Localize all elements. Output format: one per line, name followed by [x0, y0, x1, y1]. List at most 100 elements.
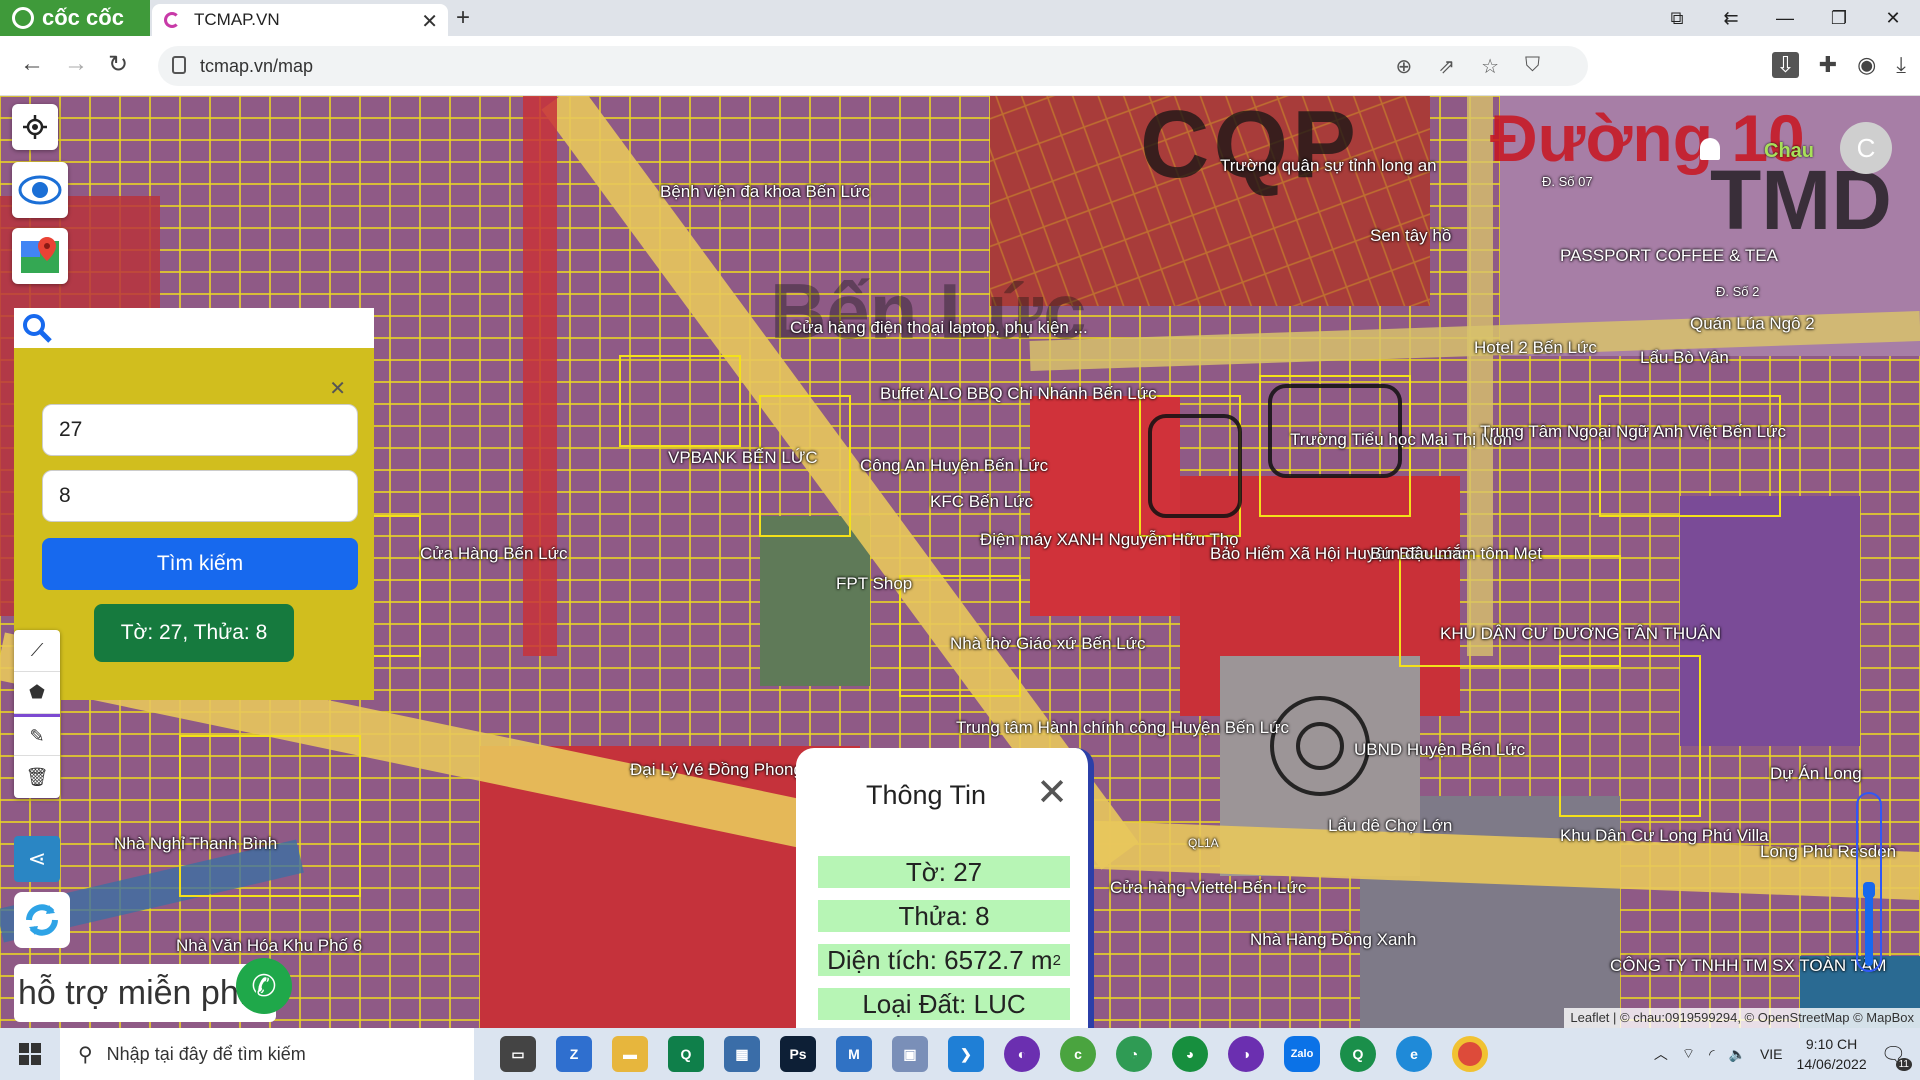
- map-attribution[interactable]: Leaflet | © chau:0919599294, © OpenStree…: [1564, 1008, 1920, 1028]
- close-tab-icon[interactable]: ✕: [421, 9, 438, 34]
- tray-chevron-icon[interactable]: ︿: [1654, 1044, 1668, 1064]
- poi-label[interactable]: Buffet ALO BBQ Chi Nhánh Bến Lức: [880, 384, 1157, 404]
- poi-label[interactable]: Bệnh viện đa khoa Bến Lức: [660, 182, 870, 202]
- file-explorer-icon[interactable]: ▬: [612, 1036, 648, 1072]
- app-icon[interactable]: ▣: [892, 1036, 928, 1072]
- address-search-bar[interactable]: [14, 308, 374, 348]
- edit-layers-icon[interactable]: ✎: [14, 714, 60, 756]
- avatar[interactable]: C: [1840, 122, 1892, 174]
- poi-label[interactable]: Lẩu Bò Vân: [1640, 348, 1729, 368]
- coccoc-menu-button[interactable]: cốc cốc: [0, 0, 150, 36]
- shield-icon[interactable]: ⛉: [1525, 54, 1540, 79]
- poi-label[interactable]: Bún đậu mắm tôm Mẹt: [1370, 544, 1542, 564]
- forward-arrow-icon[interactable]: →: [64, 50, 88, 78]
- minimize-button[interactable]: —: [1758, 0, 1812, 36]
- network-icon[interactable]: ⌔: [1682, 1045, 1695, 1063]
- view-toggle-button[interactable]: [12, 162, 68, 218]
- zalo-icon[interactable]: Zalo: [1284, 1036, 1320, 1072]
- poi-label[interactable]: KFC Bến Lức: [930, 492, 1033, 512]
- extensions-puzzle-icon[interactable]: ✚: [1819, 52, 1837, 78]
- poi-label[interactable]: Cửa hàng Viettel Bến Lức: [1110, 878, 1306, 898]
- poi-label[interactable]: Cửa Hàng Bến Lức: [420, 544, 568, 564]
- app-icon[interactable]: Q: [1340, 1036, 1376, 1072]
- bell-icon[interactable]: [1700, 138, 1720, 160]
- share-button[interactable]: ⋖: [14, 836, 60, 882]
- poi-label[interactable]: Trường Tiểu học Mai Thị Non: [1290, 430, 1512, 450]
- app-icon[interactable]: M: [836, 1036, 872, 1072]
- vscode-icon[interactable]: ❯: [948, 1036, 984, 1072]
- poi-label[interactable]: Nhà Hàng Đồng Xanh: [1250, 930, 1416, 950]
- poi-label[interactable]: Nhà Văn Hóa Khu Phố 6: [176, 936, 362, 956]
- poi-label[interactable]: UBND Huyện Bến Lức: [1354, 740, 1525, 760]
- app-icon[interactable]: Z: [556, 1036, 592, 1072]
- coccoc-taskbar-icon[interactable]: c: [1060, 1036, 1096, 1072]
- download-manager-icon[interactable]: ⇩: [1772, 52, 1799, 78]
- chrome-icon[interactable]: [1452, 1036, 1488, 1072]
- poi-label[interactable]: Dự Án Long: [1770, 764, 1862, 784]
- poi-label[interactable]: Trường quân sự tỉnh long an: [1220, 156, 1437, 176]
- poi-label[interactable]: Sen tây hồ: [1370, 226, 1451, 246]
- poi-label[interactable]: Khu Dân Cư Long Phú Villa: [1560, 826, 1769, 846]
- refresh-button[interactable]: [14, 892, 70, 948]
- draw-line-icon[interactable]: ⟋: [14, 630, 60, 672]
- back-history-icon[interactable]: ⇇: [1704, 0, 1758, 36]
- delete-layers-icon[interactable]: 🗑: [14, 756, 60, 798]
- url-field[interactable]: tcmap.vn/map: [158, 46, 1588, 86]
- poi-label[interactable]: CÔNG TY TNHH TM SX TOÀN TÂM: [1610, 956, 1886, 976]
- zoom-slider-knob[interactable]: [1863, 882, 1875, 898]
- map-view[interactable]: CQP TMD Bến Lức Đường 10 Bệnh viện đa kh…: [0, 96, 1920, 1028]
- bookmark-star-icon[interactable]: ☆: [1481, 54, 1499, 79]
- draw-polygon-icon[interactable]: ⬟: [14, 672, 60, 714]
- app-icon[interactable]: ◕: [1172, 1036, 1208, 1072]
- poi-label[interactable]: Nhà thờ Giáo xứ Bến Lức: [950, 634, 1146, 654]
- reload-icon[interactable]: ↻: [108, 50, 128, 79]
- search-button[interactable]: Tìm kiếm: [42, 538, 358, 590]
- edge-icon[interactable]: e: [1396, 1036, 1432, 1072]
- app-icon[interactable]: Q: [668, 1036, 704, 1072]
- language-indicator[interactable]: VIE: [1760, 1046, 1783, 1062]
- phone-icon[interactable]: ✆: [236, 958, 292, 1014]
- back-arrow-icon[interactable]: ←: [20, 50, 44, 78]
- maximize-button[interactable]: ❐: [1812, 0, 1866, 36]
- clock[interactable]: 9:10 CH 14/06/2022: [1797, 1034, 1867, 1074]
- to-number-input[interactable]: 27: [42, 404, 358, 456]
- poi-label[interactable]: Điện máy XANH Nguyễn Hữu Thọ: [980, 530, 1239, 550]
- result-tag[interactable]: Tờ: 27, Thửa: 8: [94, 604, 294, 662]
- profile-icon[interactable]: ◉: [1857, 52, 1876, 78]
- close-popup-icon[interactable]: ✕: [1036, 770, 1068, 815]
- poi-label[interactable]: Nhà Nghỉ Thanh Bình: [114, 834, 277, 854]
- photoshop-icon[interactable]: Ps: [780, 1036, 816, 1072]
- app-icon[interactable]: ▦: [724, 1036, 760, 1072]
- screenshot-icon[interactable]: ⧉: [1650, 0, 1704, 36]
- poi-label[interactable]: Lẩu dê Chợ Lớn: [1328, 816, 1452, 836]
- poi-label[interactable]: Đại Lý Vé Đồng Phong: [630, 760, 803, 780]
- poi-label[interactable]: Trung tâm Hành chính công Huyện Bến Lức: [956, 718, 1289, 738]
- wifi-icon[interactable]: ◜: [1709, 1046, 1714, 1063]
- share-page-icon[interactable]: ⇗: [1438, 54, 1455, 79]
- zoom-slider[interactable]: [1856, 792, 1882, 972]
- close-panel-icon[interactable]: ✕: [329, 376, 346, 401]
- volume-icon[interactable]: 🔈: [1729, 1046, 1746, 1063]
- notification-center-icon[interactable]: 🗨 11: [1881, 1042, 1912, 1071]
- poi-label[interactable]: Cửa hàng điện thoại laptop, phụ kiện ...: [790, 318, 1088, 338]
- thua-number-input[interactable]: 8: [42, 470, 358, 522]
- app-icon[interactable]: ◔: [1116, 1036, 1152, 1072]
- poi-label[interactable]: FPT Shop: [836, 574, 912, 594]
- start-button[interactable]: [0, 1028, 60, 1080]
- close-window-button[interactable]: ✕: [1866, 0, 1920, 36]
- poi-label[interactable]: PASSPORT COFFEE & TEA: [1560, 246, 1778, 266]
- poi-label[interactable]: Quán Lúa Ngô 2: [1690, 314, 1815, 334]
- locate-me-button[interactable]: [12, 104, 58, 150]
- task-view-icon[interactable]: ▭: [500, 1036, 536, 1072]
- google-maps-button[interactable]: [12, 228, 68, 284]
- poi-label[interactable]: VPBANK BẾN LỨC: [668, 448, 818, 468]
- app-icon[interactable]: ◐: [1004, 1036, 1040, 1072]
- app-icon[interactable]: ◑: [1228, 1036, 1264, 1072]
- taskbar-search-input[interactable]: ⚲ Nhập tại đây để tìm kiếm: [60, 1028, 474, 1080]
- zoom-icon[interactable]: ⊕: [1396, 54, 1413, 79]
- poi-label[interactable]: Trung Tâm Ngoại Ngữ Anh Việt Bến Lức: [1480, 422, 1786, 442]
- downloads-icon[interactable]: ⤓: [1896, 52, 1906, 78]
- poi-label[interactable]: Hotel 2 Bến Lức: [1474, 338, 1597, 358]
- browser-tab[interactable]: TCMAP.VN ✕: [152, 4, 448, 36]
- poi-label[interactable]: Công An Huyện Bến Lức: [860, 456, 1048, 476]
